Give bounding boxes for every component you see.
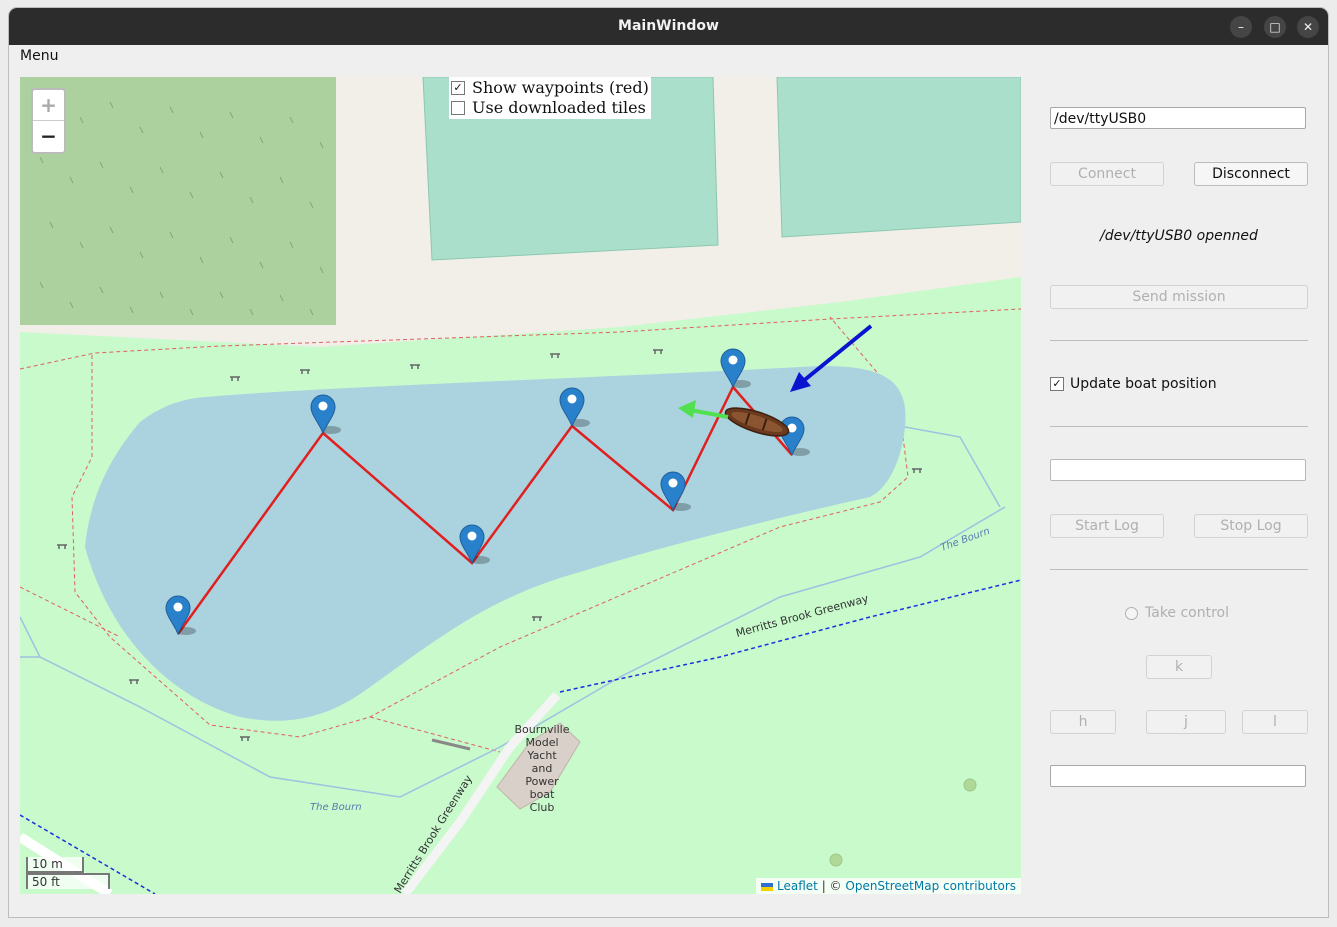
separator: [1050, 426, 1308, 427]
key-j-button[interactable]: j: [1146, 710, 1226, 734]
disconnect-button[interactable]: Disconnect: [1194, 162, 1308, 186]
use-tiles-label: Use downloaded tiles: [472, 98, 646, 117]
connection-status: /dev/ttyUSB0 openned: [1100, 228, 1258, 244]
show-waypoints-option[interactable]: ✓ Show waypoints (red): [451, 78, 649, 98]
map-attribution: Leaflet | © OpenStreetMap contributors: [756, 878, 1021, 894]
log-file-input[interactable]: [1050, 459, 1306, 481]
maximize-button[interactable]: □: [1264, 16, 1286, 38]
club-label: Club: [530, 801, 555, 814]
stop-log-button[interactable]: Stop Log: [1194, 514, 1308, 538]
connect-button[interactable]: Connect: [1050, 162, 1164, 186]
club-label: boat: [530, 788, 555, 801]
window-title: MainWindow: [618, 18, 719, 34]
club-label: and: [532, 762, 553, 775]
tree-icon: [829, 853, 843, 867]
leaflet-link[interactable]: Leaflet: [777, 879, 818, 893]
separator: [1050, 569, 1308, 570]
scale-bar: 10 m 50 ft: [26, 857, 110, 889]
zoom-in-button[interactable]: +: [33, 90, 64, 121]
use-tiles-option[interactable]: Use downloaded tiles: [451, 98, 649, 118]
main-window: MainWindow – □ ✕ Menu Merritts Brook Gre…: [9, 8, 1328, 917]
club-label: Power: [525, 775, 559, 788]
separator: [1050, 340, 1308, 341]
minimize-button[interactable]: –: [1230, 16, 1252, 38]
key-l-button[interactable]: l: [1242, 710, 1308, 734]
club-label: Bournville: [515, 723, 570, 736]
update-boat-option[interactable]: ✓ Update boat position: [1050, 376, 1217, 392]
key-h-button[interactable]: h: [1050, 710, 1116, 734]
forest-area: [20, 77, 336, 325]
grass-block-2: [776, 77, 1021, 238]
close-button[interactable]: ✕: [1297, 16, 1319, 38]
take-control-label: Take control: [1145, 605, 1230, 621]
zoom-out-button[interactable]: −: [33, 121, 64, 151]
tree-icon: [963, 778, 977, 792]
map-view[interactable]: Merritts Brook Greenway Merritts Brook G…: [20, 77, 1021, 894]
show-waypoints-checkbox[interactable]: ✓: [451, 81, 465, 95]
send-mission-button[interactable]: Send mission: [1050, 285, 1308, 309]
command-input[interactable]: [1050, 765, 1306, 787]
title-bar: MainWindow – □ ✕: [9, 8, 1328, 45]
ukraine-flag-icon: [761, 882, 774, 891]
update-boat-label: Update boat position: [1070, 376, 1217, 392]
show-waypoints-label: Show waypoints (red): [472, 78, 649, 97]
map-canvas: Merritts Brook Greenway Merritts Brook G…: [20, 77, 1021, 894]
map-options: ✓ Show waypoints (red) Use downloaded ti…: [449, 77, 651, 119]
club-label: Yacht: [526, 749, 557, 762]
menu-bar: Menu: [9, 45, 1328, 69]
port-input[interactable]: /dev/ttyUSB0: [1050, 107, 1306, 129]
scale-imperial: 50 ft: [26, 873, 110, 889]
take-control-option[interactable]: Take control: [1125, 605, 1229, 621]
menu-button[interactable]: Menu: [20, 48, 58, 64]
zoom-control: + −: [31, 88, 66, 154]
scale-metric: 10 m: [26, 857, 84, 873]
start-log-button[interactable]: Start Log: [1050, 514, 1164, 538]
use-tiles-checkbox[interactable]: [451, 101, 465, 115]
key-k-button[interactable]: k: [1146, 655, 1212, 679]
club-label: Model: [525, 736, 558, 749]
attribution-separator: | ©: [817, 879, 846, 893]
update-boat-checkbox[interactable]: ✓: [1050, 377, 1064, 391]
take-control-radio[interactable]: [1125, 606, 1138, 620]
osm-link[interactable]: OpenStreetMap contributors: [845, 879, 1016, 893]
stream-label-2: The Bourn: [310, 802, 362, 813]
